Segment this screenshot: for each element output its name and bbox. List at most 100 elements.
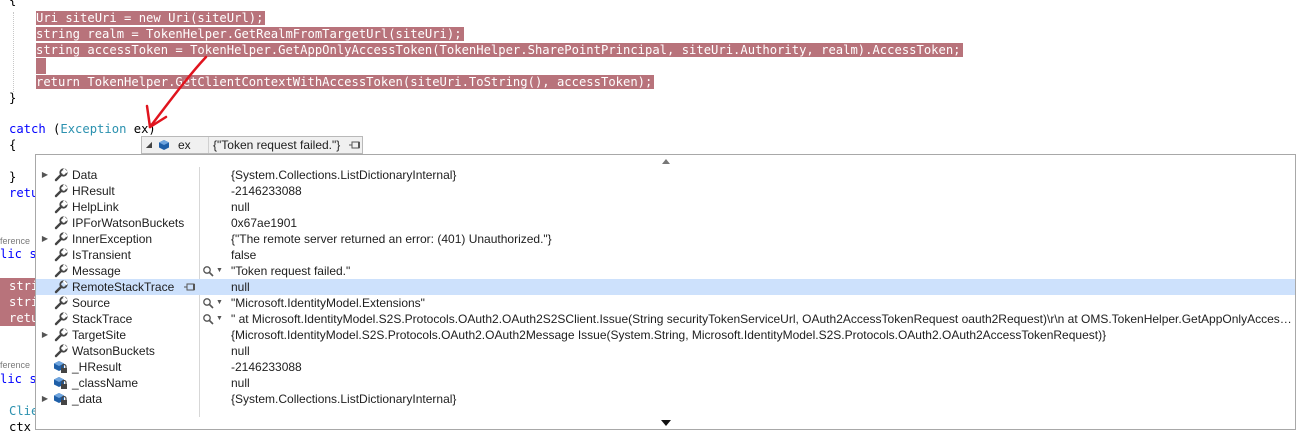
code-line-return[interactable]: retu [9,185,38,201]
code-line-3[interactable]: string accessToken = TokenHelper.GetAppO… [36,42,963,58]
wrench-icon [54,232,68,246]
variable-icon [156,139,172,151]
member-value[interactable]: " at Microsoft.IdentityModel.S2S.Protoco… [231,311,1293,327]
text-visualizer-icon[interactable]: ▼ [202,263,223,279]
scroll-up-icon [661,158,670,164]
datatip-variable-name: ex [178,138,191,152]
scroll-down-button[interactable] [36,417,1295,429]
member-value[interactable]: false [231,247,1293,263]
expand-arrow-icon[interactable]: ▶ [40,327,50,343]
member-value[interactable]: null [231,279,1293,295]
expand-arrow-icon[interactable]: ▶ [40,391,50,407]
expand-arrow-icon[interactable]: ▶ [40,231,50,247]
member-value[interactable]: 0x67ae1901 [231,215,1293,231]
member-value[interactable]: "Microsoft.IdentityModel.Extensions" [231,295,1293,311]
member-name: Source [72,296,111,310]
code-line-1[interactable]: Uri siteUri = new Uri(siteUrl); [36,10,266,26]
datatip-row[interactable]: ▶ Data {System.Collections.ListDictionaryI… [36,167,1295,183]
highlighted-text: string realm = TokenHelper.GetRealmFromT… [36,27,464,41]
datatip-variable-value[interactable]: {"Token request failed."} [208,137,348,153]
member-value[interactable]: {System.Collections.ListDictionaryIntern… [231,391,1293,407]
wrench-icon [54,344,68,358]
member-name: IsTransient [72,248,131,262]
member-name: _data [72,392,103,406]
member-value[interactable]: {System.Collections.ListDictionaryIntern… [231,167,1293,183]
code-line-method-signature-2[interactable]: lic s [0,371,37,387]
code-line-5[interactable]: } [9,90,16,106]
scroll-down-icon [660,420,671,426]
datatip-row[interactable]: WatsonBuckets null [36,343,1295,359]
member-value[interactable]: {"The remote server returned an error: (… [231,231,1293,247]
private-field-icon [54,360,68,374]
member-name: HResult [72,184,115,198]
member-value[interactable]: null [231,199,1293,215]
datatip-row[interactable]: IPForWatsonBuckets 0x67ae1901 [36,215,1295,231]
datatip-row[interactable]: Source ▼ "Microsoft.IdentityModel.Extensio… [36,295,1295,311]
wrench-icon [54,280,68,294]
code-line-string-2[interactable]: stri [9,294,38,310]
member-value[interactable]: null [231,343,1293,359]
type-exception: Exception [60,122,127,136]
highlighted-text: string accessToken = TokenHelper.GetAppO… [36,43,963,57]
text-visualizer-icon[interactable]: ▼ [202,295,223,311]
datatip-row[interactable]: ▶ TargetSite {Microsoft.IdentityModel.S2S.… [36,327,1295,343]
indent-guide [13,12,14,92]
keyword-public: lic s [0,247,37,261]
code-line-method-signature[interactable]: lic s [0,246,37,262]
expand-arrow-icon[interactable]: ▶ [40,167,50,183]
wrench-icon [54,264,68,278]
keyword-catch: catch [9,122,46,136]
member-name: StackTrace [72,312,133,326]
wrench-icon [54,216,68,230]
wrench-icon [54,248,68,262]
wrench-icon [54,296,68,310]
datatip-row[interactable]: Message ▼ "Token request failed." [36,263,1295,279]
wrench-icon [54,168,68,182]
member-name: _HResult [72,360,122,374]
pin-icon[interactable] [184,279,196,295]
datatip-row[interactable]: _HResult -2146233088 [36,359,1295,375]
datatip-header[interactable]: ◢ ex {"Token request failed."} [141,136,363,154]
wrench-icon [54,200,68,214]
wrench-icon [54,312,68,326]
member-value[interactable]: -2146233088 [231,359,1293,375]
code-line-4[interactable]: return TokenHelper.GetClientContextWithA… [36,74,655,90]
member-name: RemoteStackTrace [72,280,175,294]
code-line-catch[interactable]: catch (Exception ex) [9,121,156,137]
member-value[interactable]: "Token request failed." [231,263,1293,279]
text-visualizer-icon[interactable]: ▼ [202,311,223,327]
member-value[interactable]: null [231,375,1293,391]
datatip-row[interactable]: RemoteStackTrace null [36,279,1295,295]
wrench-icon [54,184,68,198]
code-line-string-1[interactable]: stri [9,278,38,294]
datatip-row[interactable]: HResult -2146233088 [36,183,1295,199]
highlighted-text: Uri siteUri = new Uri(siteUrl); [36,11,266,25]
member-name: Message [72,264,121,278]
datatip-row[interactable]: _className null [36,375,1295,391]
member-value[interactable]: {Microsoft.IdentityModel.S2S.Protocols.O… [231,327,1293,343]
code-line-brace-close[interactable]: } [9,169,16,185]
code-line-brace-open[interactable]: { [9,137,16,153]
code-line-return-2[interactable]: retu [9,310,38,326]
scroll-up-button[interactable] [36,155,1295,167]
datatip-row[interactable]: ▶ InnerException {"The remote server retur… [36,231,1295,247]
collapse-arrow-icon[interactable]: ◢ [142,137,156,153]
code-line-brace: { [9,0,17,7]
datatip-row[interactable]: ▶ _data {System.Collections.ListDictionary… [36,391,1295,407]
catch-variable: ex) [126,122,156,136]
code-line-ctx[interactable]: ctx [9,419,31,435]
member-value[interactable]: -2146233088 [231,183,1293,199]
datatip-members-panel[interactable]: ▶ Data {System.Collections.ListDictionaryI… [35,154,1296,430]
pin-icon[interactable] [348,141,362,149]
private-field-icon [54,392,68,406]
datatip-row[interactable]: IsTransient false [36,247,1295,263]
member-name: InnerException [72,232,153,246]
member-name: WatsonBuckets [72,344,155,358]
member-name: HelpLink [72,200,119,214]
member-name: Data [72,168,98,182]
code-line-client[interactable]: Clie [9,403,38,419]
catch-paren: ( [45,122,61,136]
datatip-row[interactable]: HelpLink null [36,199,1295,215]
datatip-row[interactable]: StackTrace ▼ " at Microsoft.IdentityModel.… [36,311,1295,327]
code-line-2[interactable]: string realm = TokenHelper.GetRealmFromT… [36,26,464,42]
